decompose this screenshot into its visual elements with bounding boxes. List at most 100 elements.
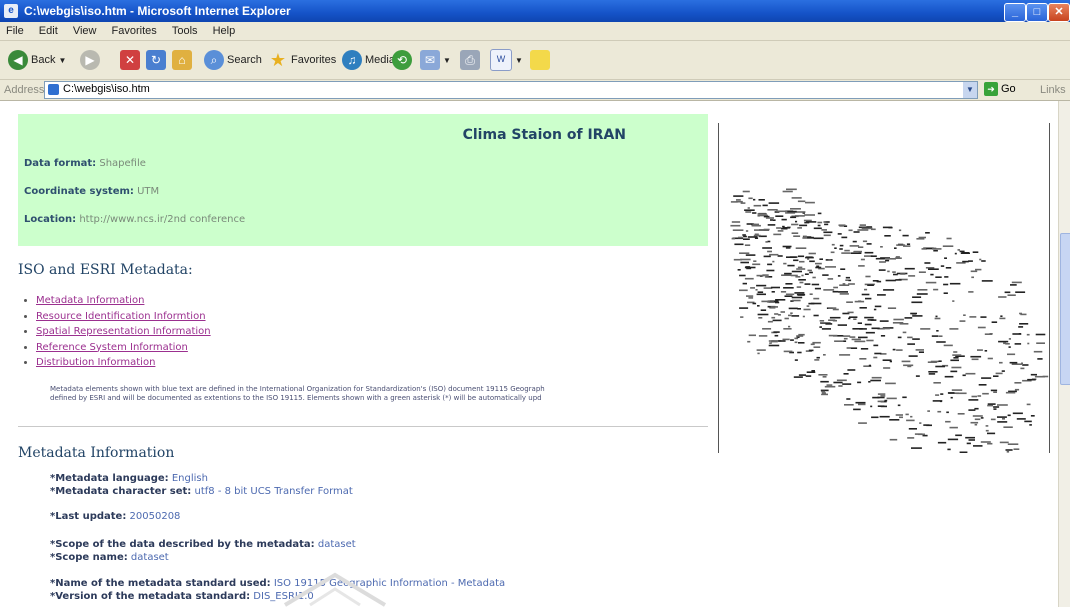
link-metadata-information[interactable]: Metadata Information [36,295,144,306]
map-station-mark [837,233,842,235]
coordinate-system-value: UTM [137,186,160,197]
map-station-mark [999,361,1003,364]
map-station-mark [751,224,761,227]
menu-tools[interactable]: Tools [166,22,204,37]
station-map-graphic [730,188,1049,453]
link-resource-identification[interactable]: Resource Identification Informtion [36,311,206,322]
map-station-mark [845,276,850,279]
map-station-mark [828,259,831,261]
map-station-mark [925,281,937,284]
map-station-mark [928,371,938,373]
history-button[interactable]: ⟲ [392,47,412,73]
map-station-mark [903,364,914,367]
map-station-mark [934,317,941,320]
map-station-mark [937,410,942,413]
refresh-button[interactable]: ↻ [146,47,166,73]
word-button[interactable]: W ▼ [490,47,523,73]
print-button[interactable]: ⎙ [460,47,480,73]
map-station-mark [1035,333,1046,336]
map-station-mark [949,426,958,429]
map-station-mark [821,229,827,231]
links-button[interactable]: Links [1040,84,1066,96]
map-station-mark [879,415,890,418]
map-station-mark [790,312,793,314]
media-button[interactable]: ♫ Media [342,47,395,73]
map-station-mark [883,289,895,291]
mail-button[interactable]: ✉ ▼ [420,47,451,73]
map-station-mark [923,424,930,426]
map-station-mark [900,273,906,275]
map-station-mark [793,235,801,237]
map-station-mark [746,295,754,297]
vertical-scrollbar[interactable] [1058,101,1070,607]
map-station-mark [886,397,897,400]
stop-button[interactable]: ✕ [120,47,140,73]
menu-bar: File Edit View Favorites Tools Help [0,22,1070,41]
map-station-mark [1018,333,1021,335]
go-button[interactable]: ➜ Go [984,82,1016,96]
scrollbar-thumb[interactable] [1060,233,1070,385]
map-station-mark [832,319,837,322]
map-station-mark [960,252,970,254]
map-station-mark [880,405,887,408]
map-station-mark [935,365,945,368]
minimize-button[interactable]: _ [1004,3,1026,22]
address-input[interactable]: C:\webgis\iso.htm ▼ [44,81,978,99]
map-station-mark [953,351,958,353]
map-station-mark [906,419,915,422]
forward-button[interactable]: ▶ [80,47,100,73]
close-button[interactable]: ✕ [1048,3,1070,22]
favorites-button[interactable]: ★ Favorites [268,47,336,73]
list-item: Reference System Information [36,342,211,358]
map-station-mark [935,276,942,278]
menu-favorites[interactable]: Favorites [106,22,163,37]
map-station-mark [971,276,974,279]
map-station-mark [1026,333,1030,336]
map-station-mark [943,344,953,347]
window-title-bar[interactable]: e C:\webgis\iso.htm - Microsoft Internet… [0,0,1070,22]
map-station-mark [849,245,860,247]
link-spatial-representation[interactable]: Spatial Representation Information [36,326,211,337]
address-dropdown-icon[interactable]: ▼ [963,82,977,98]
home-button[interactable]: ⌂ [172,47,192,73]
map-station-mark [855,401,866,404]
map-station-mark [757,352,760,355]
map-station-mark [1026,403,1031,406]
map-station-mark [919,422,922,424]
map-station-mark [847,369,856,371]
back-button[interactable]: ◀ Back ▼ [8,47,66,73]
note-line: defined by ESRI and will be documented a… [50,394,542,402]
map-station-mark [1018,326,1024,328]
map-station-mark [962,260,969,263]
menu-edit[interactable]: Edit [33,22,64,37]
map-station-mark [876,280,882,283]
map-station-mark [877,294,886,296]
map-station-mark [870,255,877,257]
map-station-mark [762,204,768,207]
link-reference-system[interactable]: Reference System Information [36,342,188,353]
messenger-button[interactable] [530,47,550,73]
map-station-mark [1010,284,1017,286]
search-button[interactable]: ⌕ Search [204,47,262,73]
map-station-mark [819,320,825,322]
map-station-mark [936,330,939,332]
menu-view[interactable]: View [67,22,103,37]
map-station-mark [810,343,815,346]
map-station-mark [776,227,782,229]
map-station-mark [730,201,738,203]
media-icon: ♫ [342,50,362,70]
metadata-item: *Metadata character set: utf8 - 8 bit UC… [50,486,353,497]
page-icon [48,84,59,95]
metadata-information-heading: Metadata Information [18,445,175,461]
map-station-mark [817,221,823,224]
map-station-mark [828,307,837,309]
menu-file[interactable]: File [0,22,30,37]
link-distribution-information[interactable]: Distribution Information [36,357,155,368]
location-label: Location: [24,214,77,225]
map-station-mark [1027,342,1030,345]
map-station-mark [972,415,983,417]
map-station-mark [940,393,944,395]
metadata-item: *Metadata language: English [50,473,208,484]
menu-help[interactable]: Help [207,22,242,37]
maximize-button[interactable]: □ [1026,3,1048,22]
